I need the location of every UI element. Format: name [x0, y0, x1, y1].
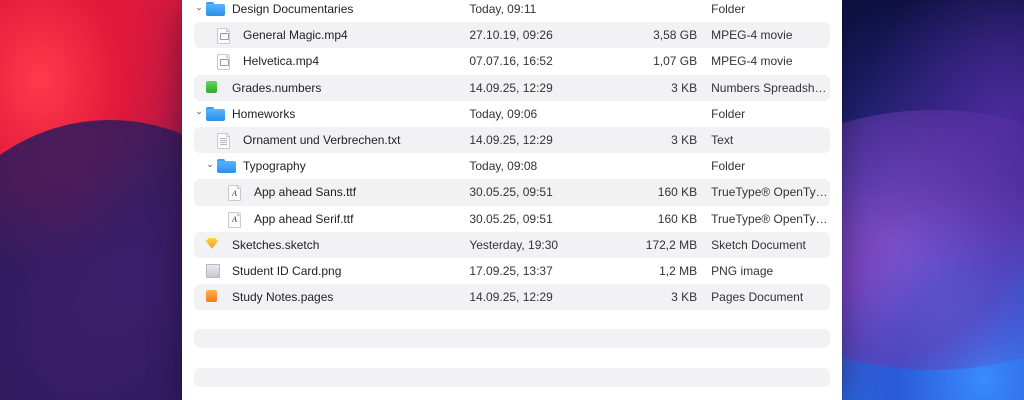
- name-cell: Sketches.sketch: [194, 232, 469, 258]
- file-name: Grades.numbers: [232, 80, 322, 95]
- font-file-icon: A: [228, 211, 241, 228]
- file-row[interactable]: Study Notes.pages 14.09.25, 12:29 3 KB Page…: [194, 284, 830, 311]
- file-row[interactable]: General Magic.mp4 27.10.19, 09:26 3,58 GB M…: [194, 22, 830, 49]
- folder-icon: [206, 106, 225, 121]
- name-cell: Student ID Card.png: [194, 258, 469, 284]
- file-kind: PNG image: [711, 263, 774, 278]
- name-cell: Ornament und Verbrechen.txt: [194, 127, 469, 153]
- date-modified: Today, 09:11: [469, 2, 537, 17]
- empty-row: [194, 368, 830, 387]
- file-kind: Text: [711, 133, 734, 148]
- file-size: 1,2 MB: [659, 263, 698, 278]
- date-modified: 27.10.19, 09:26: [469, 28, 553, 43]
- name-cell: General Magic.mp4: [194, 22, 469, 48]
- date-modified: 14.09.25, 12:29: [469, 133, 553, 148]
- finder-window: ⌄ Design Documentaries Today, 09:11 Folder G…: [182, 0, 842, 400]
- disclosure-triangle-icon[interactable]: ⌄: [194, 2, 204, 12]
- file-name: Typography: [243, 159, 306, 174]
- folder-icon: [217, 159, 236, 174]
- disclosure-triangle-icon[interactable]: ⌄: [205, 159, 215, 169]
- file-kind: Pages Document: [711, 290, 804, 305]
- file-name: Homeworks: [232, 106, 296, 121]
- text-file-icon: [217, 132, 230, 149]
- file-row[interactable]: Ornament und Verbrechen.txt 14.09.25, 12:…: [194, 126, 830, 154]
- date-modified: 30.05.25, 09:51: [469, 185, 553, 200]
- file-size: 160 KB: [657, 185, 698, 200]
- file-list: ⌄ Design Documentaries Today, 09:11 Folder G…: [194, 0, 830, 311]
- file-row[interactable]: Helvetica.mp4 07.07.16, 16:52 1,07 GB MPEG-…: [194, 48, 830, 74]
- file-name: Sketches.sketch: [232, 237, 320, 252]
- date-modified: 14.09.25, 12:29: [469, 290, 553, 305]
- pages-file-icon: [206, 290, 217, 303]
- date-modified: 14.09.25, 12:29: [469, 80, 553, 95]
- file-row[interactable]: Sketches.sketch Yesterday, 19:30 172,2 MB S…: [194, 231, 830, 258]
- date-modified: 17.09.25, 13:37: [469, 263, 553, 278]
- name-cell: ⌄ Typography: [194, 153, 469, 179]
- file-name: Ornament und Verbrechen.txt: [243, 133, 401, 148]
- file-kind: Numbers Spreadsheet: [711, 80, 830, 95]
- file-kind: TrueType® OpenType...: [711, 185, 830, 200]
- image-file-icon: [206, 263, 220, 278]
- file-name: Student ID Card.png: [232, 263, 342, 278]
- file-row[interactable]: Grades.numbers 14.09.25, 12:29 3 KB Numbers…: [194, 74, 830, 101]
- movie-file-icon: [217, 28, 230, 45]
- font-file-icon: A: [228, 185, 241, 202]
- wallpaper-right: [724, 0, 1024, 400]
- numbers-file-icon: [206, 80, 217, 93]
- wallpaper-left: [0, 0, 300, 400]
- file-kind: MPEG-4 movie: [711, 54, 793, 69]
- file-size: 3,58 GB: [653, 28, 698, 43]
- file-name: Study Notes.pages: [232, 290, 334, 305]
- file-size: 160 KB: [657, 211, 698, 226]
- date-modified: 07.07.16, 16:52: [469, 54, 553, 69]
- file-name: Design Documentaries: [232, 2, 354, 17]
- file-row[interactable]: Student ID Card.png 17.09.25, 13:37 1,2 MB…: [194, 258, 830, 284]
- file-name: App ahead Serif.ttf: [254, 211, 354, 226]
- file-row[interactable]: ⌄ Design Documentaries Today, 09:11 Folder: [194, 0, 830, 22]
- file-kind: Sketch Document: [711, 237, 806, 252]
- file-kind: TrueType® OpenType...: [711, 211, 830, 226]
- file-kind: Folder: [711, 159, 746, 174]
- disclosure-triangle-icon[interactable]: ⌄: [194, 106, 204, 117]
- file-size: 1,07 GB: [653, 54, 698, 69]
- folder-icon: [206, 2, 225, 16]
- file-kind: Folder: [711, 2, 746, 17]
- file-row[interactable]: ⌄ Homeworks Today, 09:06 Folder: [194, 101, 830, 127]
- date-modified: 30.05.25, 09:51: [469, 211, 553, 226]
- file-size: 3 KB: [671, 133, 698, 148]
- file-size: 172,2 MB: [645, 237, 698, 252]
- date-modified: Today, 09:06: [469, 106, 538, 121]
- file-size: 3 KB: [671, 290, 698, 305]
- name-cell: Helvetica.mp4: [194, 48, 469, 74]
- name-cell: ⌄ Design Documentaries: [194, 0, 469, 22]
- file-row[interactable]: A App ahead Sans.ttf 30.05.25, 09:51 160 KB…: [194, 179, 830, 206]
- date-modified: Yesterday, 19:30: [469, 237, 559, 252]
- name-cell: A App ahead Sans.ttf: [194, 179, 469, 205]
- file-kind: Folder: [711, 106, 746, 121]
- name-cell: ⌄ Homeworks: [194, 101, 469, 127]
- name-cell: Grades.numbers: [194, 75, 469, 101]
- file-row[interactable]: A App ahead Serif.ttf 30.05.25, 09:51 160 K…: [194, 206, 830, 232]
- file-size: 3 KB: [671, 80, 698, 95]
- file-name: App ahead Sans.ttf: [254, 185, 357, 200]
- file-kind: MPEG-4 movie: [711, 28, 793, 43]
- date-modified: Today, 09:08: [469, 159, 538, 174]
- file-name: Helvetica.mp4: [243, 54, 320, 69]
- name-cell: Study Notes.pages: [194, 284, 469, 310]
- file-row[interactable]: ⌄ Typography Today, 09:08 Folder: [194, 153, 830, 179]
- movie-file-icon: [217, 54, 230, 71]
- empty-row: [194, 329, 830, 348]
- name-cell: A App ahead Serif.ttf: [194, 206, 469, 232]
- file-name: General Magic.mp4: [243, 28, 348, 43]
- sketch-file-icon: [206, 237, 218, 249]
